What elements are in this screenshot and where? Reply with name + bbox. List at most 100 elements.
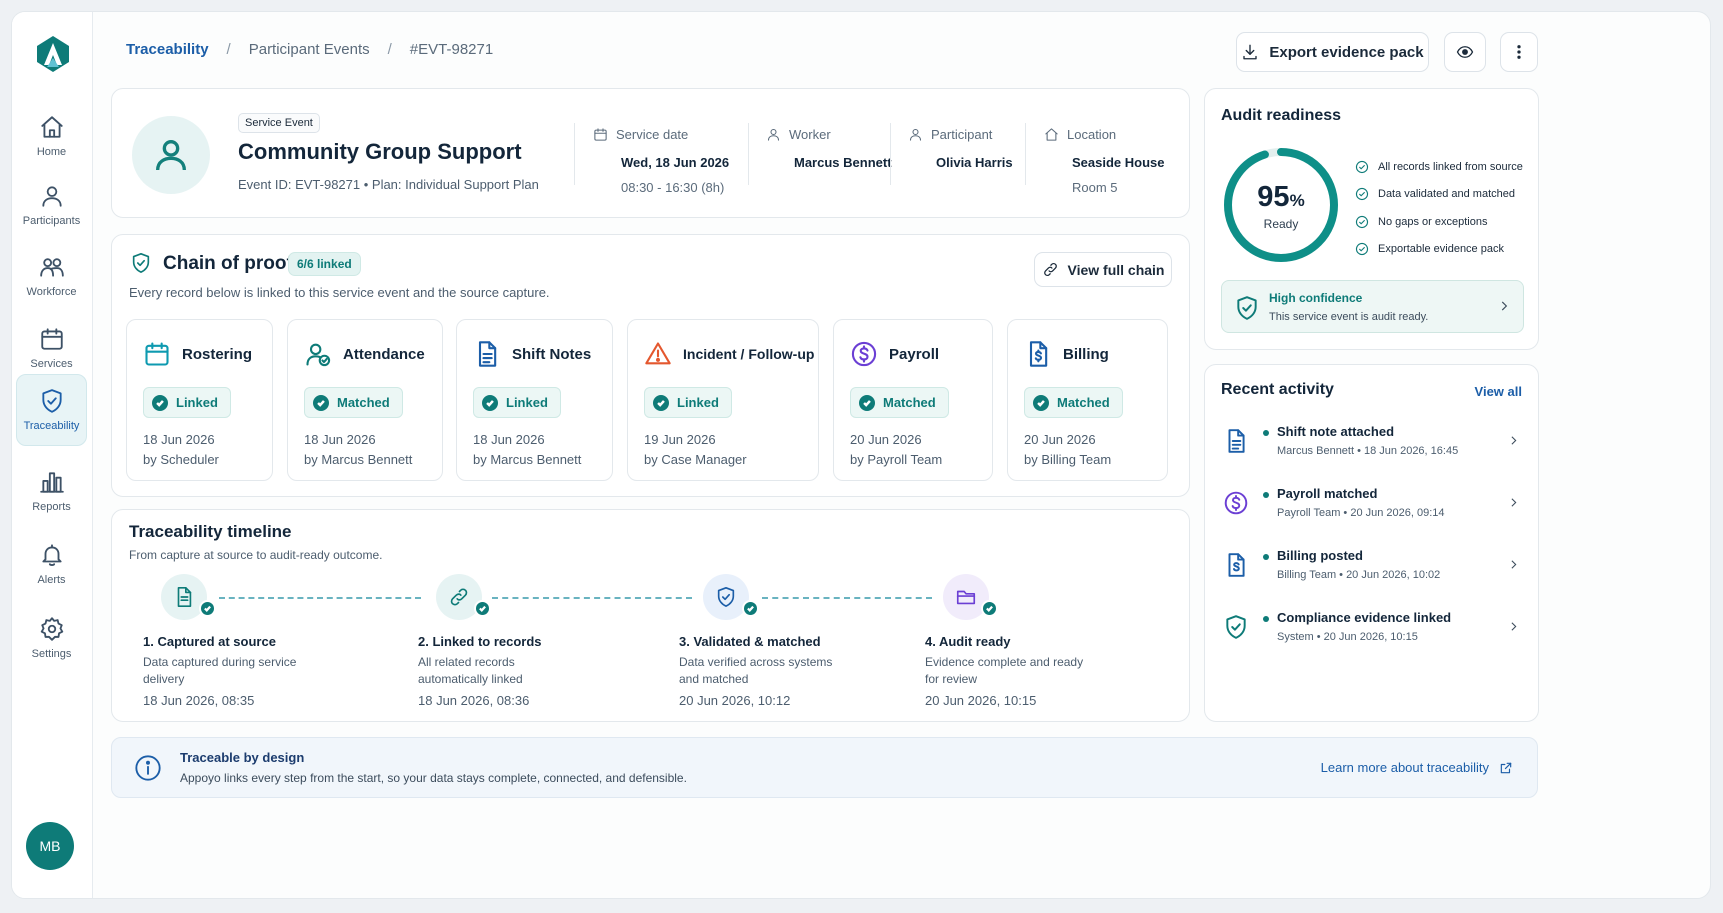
divider bbox=[890, 123, 891, 185]
check-icon bbox=[156, 399, 164, 407]
folder-icon bbox=[956, 590, 976, 605]
learn-more-label: Learn more about traceability bbox=[1320, 760, 1489, 775]
checklist-label: Exportable evidence pack bbox=[1378, 243, 1504, 256]
shield-icon bbox=[41, 389, 62, 413]
app-window: Home Participants Workforce Services Tra… bbox=[11, 11, 1711, 899]
activity-item[interactable]: Billing posted Billing Team • 20 Jun 202… bbox=[1221, 546, 1524, 608]
status-dot bbox=[1263, 492, 1269, 498]
status-label: Matched bbox=[1057, 395, 1110, 410]
recent-activity-title: Recent activity bbox=[1221, 381, 1334, 398]
chevron-right-icon bbox=[1511, 436, 1517, 445]
export-evidence-button[interactable]: Export evidence pack bbox=[1236, 32, 1429, 72]
sidebar-item-traceability[interactable]: Traceability bbox=[16, 374, 87, 446]
proof-card-author: by Marcus Bennett bbox=[473, 452, 582, 467]
shield-check-icon bbox=[132, 253, 150, 273]
audit-readiness-card: Audit readiness 95% Ready All records li… bbox=[1204, 88, 1539, 350]
status-badge: Linked bbox=[644, 387, 732, 418]
timeline-step-time: 20 Jun 2026, 10:15 bbox=[925, 693, 1037, 708]
proof-card-title: Attendance bbox=[343, 345, 425, 363]
learn-more-link[interactable]: Learn more about traceability bbox=[1321, 760, 1513, 775]
sidebar-item-reports[interactable]: Reports bbox=[16, 455, 87, 527]
proof-card-date: 18 Jun 2026 bbox=[304, 432, 376, 447]
sidebar-item-alerts[interactable]: Alerts bbox=[16, 528, 87, 600]
event-type-badge: Service Event bbox=[238, 113, 320, 133]
eye-icon bbox=[1456, 46, 1474, 58]
check-icon bbox=[317, 399, 325, 407]
view-full-chain-button[interactable]: View full chain bbox=[1034, 252, 1172, 287]
activity-title: Compliance evidence linked bbox=[1277, 610, 1452, 625]
status-label: Linked bbox=[176, 395, 218, 410]
more-options-button[interactable] bbox=[1500, 32, 1538, 72]
document-icon bbox=[1228, 429, 1245, 453]
breadcrumb-section-link[interactable]: Participant Events bbox=[249, 41, 370, 58]
sidebar-item-label: Traceability bbox=[23, 420, 80, 432]
proof-card-title: Payroll bbox=[889, 345, 940, 363]
timeline-step-time: 18 Jun 2026, 08:36 bbox=[418, 693, 530, 708]
activity-meta: Marcus Bennett • 18 Jun 2026, 16:45 bbox=[1277, 445, 1459, 457]
proof-card-rostering[interactable]: Rostering Linked 18 Jun 2026 by Schedule… bbox=[126, 319, 273, 481]
sidebar-item-workforce[interactable]: Workforce bbox=[16, 240, 87, 312]
chevron-right-icon bbox=[1511, 498, 1517, 507]
timeline-step-name: 2. Linked to records bbox=[418, 634, 542, 649]
worker-label: Worker bbox=[789, 127, 831, 142]
info-icon bbox=[135, 755, 161, 781]
breadcrumb-root-link[interactable]: Traceability bbox=[126, 41, 209, 58]
proof-card-attendance[interactable]: Attendance Matched 18 Jun 2026 by Marcus… bbox=[287, 319, 443, 481]
proof-card-shift-notes[interactable]: Shift Notes Linked 18 Jun 2026 by Marcus… bbox=[456, 319, 613, 481]
checklist-item: All records linked from source bbox=[1355, 153, 1523, 181]
person-icon bbox=[767, 128, 780, 141]
proof-card-date: 20 Jun 2026 bbox=[1024, 432, 1096, 447]
link-icon bbox=[450, 588, 468, 606]
checklist-label: No gaps or exceptions bbox=[1378, 215, 1488, 228]
location-value: Seaside House bbox=[1072, 155, 1165, 170]
timeline-step-name: 4. Audit ready bbox=[925, 634, 1011, 649]
sidebar-item-settings[interactable]: Settings bbox=[16, 602, 87, 674]
breadcrumb-current: #EVT-98271 bbox=[409, 41, 494, 58]
sidebar-item-participants[interactable]: Participants bbox=[16, 169, 87, 241]
proof-card-incident[interactable]: Incident / Follow-up Linked 19 Jun 2026 … bbox=[627, 319, 819, 481]
view-all-link[interactable]: View all bbox=[1475, 384, 1522, 399]
check-circle-icon bbox=[1355, 188, 1369, 201]
checklist-label: Data validated and matched bbox=[1378, 188, 1515, 201]
chevron-right-icon bbox=[1511, 622, 1517, 631]
avatar[interactable]: MB bbox=[26, 822, 74, 870]
divider bbox=[748, 123, 749, 185]
status-dot bbox=[1263, 554, 1269, 560]
proof-card-title: Billing bbox=[1063, 345, 1109, 363]
service-event-card: Service Event Community Group Support Ev… bbox=[111, 88, 1190, 218]
status-badge: Linked bbox=[143, 387, 231, 418]
view-full-chain-label: View full chain bbox=[1067, 261, 1165, 278]
status-dot bbox=[1263, 430, 1269, 436]
proof-card-payroll[interactable]: Payroll Matched 20 Jun 2026 by Payroll T… bbox=[833, 319, 993, 481]
sidebar-item-home[interactable]: Home bbox=[16, 100, 87, 172]
activity-item[interactable]: Payroll matched Payroll Team • 20 Jun 20… bbox=[1221, 484, 1524, 546]
export-evidence-label: Export evidence pack bbox=[1269, 43, 1424, 61]
service-date-field: Service date Wed, 18 Jun 2026 08:30 - 16… bbox=[593, 127, 729, 195]
timeline-step-desc: Evidence complete and ready for review bbox=[925, 655, 1084, 686]
worker-value[interactable]: Marcus Bennett bbox=[794, 155, 892, 170]
audit-readiness-title: Audit readiness bbox=[1221, 107, 1342, 124]
high-confidence-banner[interactable]: High confidence This service event is au… bbox=[1221, 280, 1524, 333]
participant-value[interactable]: Olivia Harris bbox=[936, 155, 1013, 170]
timeline-connector bbox=[762, 597, 932, 599]
dollar-icon bbox=[851, 341, 877, 367]
activity-item[interactable]: Compliance evidence linked System • 20 J… bbox=[1221, 608, 1524, 670]
gear-icon bbox=[40, 617, 63, 641]
chain-of-proof-card: Chain of proof 6/6 linked Every record b… bbox=[111, 234, 1190, 497]
chevron-right-icon bbox=[1501, 301, 1508, 311]
proof-card-billing[interactable]: Billing Matched 20 Jun 2026 by Billing T… bbox=[1007, 319, 1168, 481]
status-label: Matched bbox=[883, 395, 936, 410]
person-check-icon bbox=[306, 343, 331, 367]
activity-item[interactable]: Shift note attached Marcus Bennett • 18 … bbox=[1221, 422, 1524, 484]
check-circle-icon bbox=[1355, 215, 1369, 228]
activity-meta: Payroll Team • 20 Jun 2026, 09:14 bbox=[1277, 507, 1445, 519]
link-icon bbox=[1043, 262, 1057, 277]
shield-check-icon bbox=[717, 587, 735, 607]
activity-title: Billing posted bbox=[1277, 548, 1363, 563]
status-label: Matched bbox=[337, 395, 390, 410]
app-logo[interactable] bbox=[33, 34, 73, 74]
check-icon bbox=[742, 600, 759, 617]
preview-button[interactable] bbox=[1444, 32, 1486, 72]
document-icon bbox=[177, 587, 192, 607]
sidebar-item-label: Settings bbox=[31, 648, 72, 660]
